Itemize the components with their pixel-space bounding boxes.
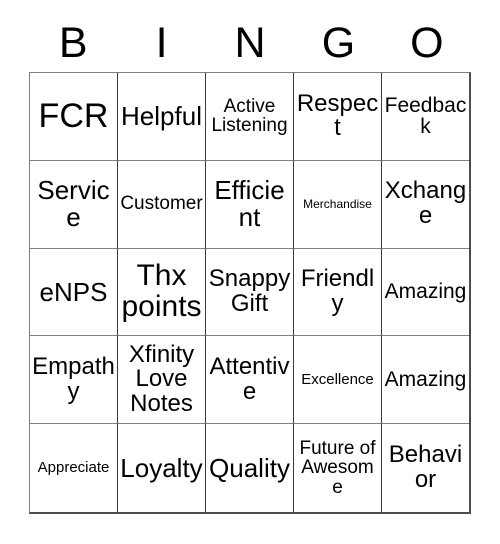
bingo-cell[interactable]: Quality [206, 424, 294, 512]
bingo-row: Service Customer Efficient Merchandise X… [30, 160, 469, 249]
bingo-cell[interactable]: Customer [118, 160, 206, 249]
bingo-header-row: B I N G O [29, 14, 471, 72]
bingo-header-letter-b: B [58, 18, 88, 67]
bingo-cell[interactable]: Service [30, 160, 118, 249]
bingo-cell[interactable]: Respect [294, 73, 382, 161]
bingo-cell[interactable]: Amazing [382, 249, 469, 337]
bingo-cell[interactable]: FCR [30, 73, 118, 161]
bingo-grid: FCR Helpful Active Listening Respect Fee… [29, 72, 471, 514]
bingo-cell[interactable]: Appreciate [30, 424, 118, 512]
bingo-cell[interactable]: Empathy [30, 336, 118, 425]
bingo-cell[interactable]: Thx points [118, 248, 206, 337]
bingo-row: Empathy Xfinity Love Notes Attentive Exc… [30, 336, 469, 425]
bingo-row: Appreciate Loyalty Quality Future of Awe… [30, 424, 469, 512]
bingo-header-letter-g: G [321, 18, 356, 67]
bingo-cell[interactable]: Attentive [206, 336, 294, 425]
bingo-row: eNPS Thx points Snappy Gift Friendly Ama… [30, 248, 469, 337]
bingo-cell[interactable]: Snappy Gift [206, 248, 294, 337]
bingo-cell[interactable]: Feedback [382, 73, 469, 161]
bingo-cell[interactable]: Behavior [382, 424, 469, 512]
bingo-header-letter-i: I [155, 18, 168, 67]
bingo-cell[interactable]: Helpful [118, 73, 206, 161]
bingo-cell[interactable]: Future of Awesome [294, 424, 382, 512]
bingo-cell[interactable]: Xchange [382, 161, 469, 249]
bingo-cell[interactable]: eNPS [30, 248, 118, 337]
bingo-cell[interactable]: Excellence [294, 336, 382, 425]
bingo-header-letter-o: O [410, 18, 444, 67]
bingo-cell[interactable]: Amazing [382, 336, 469, 425]
bingo-cell[interactable]: Friendly [294, 248, 382, 337]
bingo-cell[interactable]: Xfinity Love Notes [118, 336, 206, 425]
bingo-card: B I N G O FCR Helpful Active Listening R… [0, 0, 500, 544]
bingo-cell[interactable]: Active Listening [206, 73, 294, 161]
bingo-cell[interactable]: Efficient [206, 160, 294, 249]
bingo-header-letter-n: N [234, 18, 266, 67]
bingo-row: FCR Helpful Active Listening Respect Fee… [30, 73, 469, 161]
bingo-cell[interactable]: Merchandise [294, 160, 382, 249]
bingo-cell[interactable]: Loyalty [118, 424, 206, 512]
